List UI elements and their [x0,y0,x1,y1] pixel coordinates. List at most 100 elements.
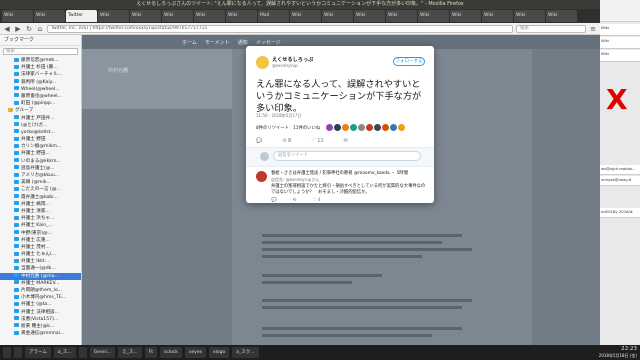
taskbar-item[interactable]: Geeni... [89,347,116,358]
bookmark-item[interactable]: 裁判所 (@Kaiy... [0,79,81,86]
bookmark-item[interactable]: 片岡朗@them_lo... [0,287,81,294]
sidebar-search-input[interactable]: 検索 [3,48,78,55]
like-icon[interactable]: ♡ 4 [312,198,320,203]
bookmark-item[interactable]: 町田 (@pinpp... [0,100,81,107]
browser-tab[interactable]: Wiki [194,10,225,22]
taskbar-item[interactable]: Ft [144,347,158,358]
browser-tab[interactable]: Wiki [98,10,129,22]
bookmark-item[interactable]: 弁護士 戸田弁... [0,115,81,122]
browser-tab[interactable]: Wiki [130,10,161,22]
retweet-icon[interactable]: ⟲ 8 [282,138,291,144]
author-avatar[interactable] [256,56,269,69]
author-handle[interactable]: @excelsyrup [272,63,298,68]
back-icon[interactable]: ◀ [3,25,11,33]
right-window-tab[interactable]: Wiki [600,50,640,62]
browser-tab[interactable]: Wiki [386,10,417,22]
bookmark-item[interactable]: こたえの一言 (@... [0,186,81,193]
browser-tab[interactable]: Mail [258,10,289,22]
liker-avatar[interactable] [366,124,373,131]
follow-button[interactable]: フォローする [393,57,425,66]
bookmark-folder[interactable]: グループ [0,107,81,114]
browser-tab[interactable]: Wiki [450,10,481,22]
taskbar-item[interactable]: a_ス... [53,347,76,358]
clock[interactable]: 22:23 2018年5月18日 (金) [599,346,637,358]
bookmark-item[interactable]: Wheel(@wheel... [0,86,81,93]
bookmark-item[interactable]: 弁護士 (@ta... [0,301,81,308]
browser-tab[interactable]: Wiki [482,10,513,22]
twitter-nav-item[interactable]: ホーム [182,39,197,46]
url-bar[interactable]: Twitter, Inc. (US) | https://twitter.com… [47,24,513,33]
taskbar-item[interactable]: xeyes [184,347,206,358]
liker-avatar[interactable] [390,124,397,131]
bookmark-item[interactable]: 弁護士 清家... [0,208,81,215]
author-name[interactable]: えくせるしろっぷ [272,56,313,63]
liker-avatar[interactable] [350,124,357,131]
reply-input[interactable]: 返信をツイート [273,151,421,161]
taskbar-item[interactable]: アラーム [25,347,51,358]
taskbar-item[interactable] [14,347,22,358]
bookmark-item[interactable]: 小木博内@hms_TE... [0,294,81,301]
reload-icon[interactable]: ↻ [25,25,33,33]
twitter-nav-item[interactable]: モーメント [205,39,230,46]
liker-avatar[interactable] [342,124,349,131]
browser-tab[interactable]: Wiki [354,10,385,22]
bookmark-item[interactable]: 法律家バーチャル... [0,71,81,78]
bookmark-item[interactable]: 弁護士 法律相談... [0,309,81,316]
bookmark-item[interactable]: 弁護士 Ikkt... [0,258,81,265]
liker-avatar[interactable] [334,124,341,131]
bookmark-item[interactable]: 弁護士 浜ちゃ... [0,215,81,222]
liker-avatar[interactable] [398,124,405,131]
tweet-stats[interactable]: 8件のリツイート 11件のいいね [256,125,320,131]
taskbar-item[interactable]: え_ス... [118,347,142,358]
browser-tab[interactable]: Wiki [546,10,577,22]
browser-tab[interactable]: Wiki [34,10,65,22]
taskbar-item[interactable]: xlogo [209,347,230,358]
bookmark-item[interactable]: 中村元勝 (@ma... [0,272,81,280]
taskbar-item[interactable]: sclock [160,347,182,358]
taskbar-item[interactable] [3,347,11,358]
bookmark-item[interactable]: yorko@kellst... [0,129,81,136]
dm-icon[interactable]: ✉ [344,138,348,144]
liker-avatar[interactable] [326,124,333,131]
browser-tab[interactable]: Wiki [290,10,321,22]
bookmark-item[interactable]: 弁護士 野田 [0,136,81,143]
reply-author-avatar[interactable] [256,171,267,182]
bookmark-item[interactable]: 当面通一(@dk... [0,265,81,272]
bookmark-item[interactable]: 霞弁護士@kobi... [0,194,81,201]
bookmark-item[interactable]: 弁護士 MARKEV... [0,280,81,287]
taskbar-item[interactable] [78,347,87,358]
bookmark-item[interactable]: (@とけ)ガ... [0,122,81,129]
tweet-timestamp[interactable]: 11:50 - 2018年5月17日 [256,113,301,119]
twitter-nav-item[interactable]: 通知 [238,39,248,46]
bookmark-item[interactable]: 逃島弁護士(@... [0,165,81,172]
bookmark-item[interactable]: 弁護士 嶋岡... [0,201,81,208]
bookmark-item[interactable]: 法曹(Vista157)... [0,316,81,323]
forward-icon[interactable]: ▶ [14,25,22,33]
browser-tab[interactable]: Wiki [418,10,449,22]
right-window-tab[interactable]: Wiki [600,37,640,49]
bookmark-item[interactable]: 弁護士 たぁん(... [0,251,81,258]
reply-icon[interactable]: 💬 [256,138,262,144]
retweet-icon[interactable]: ⟲ [293,198,297,203]
bookmark-item[interactable]: 弁護士 野田... [0,150,81,157]
browser-tab[interactable]: Wiki [162,10,193,22]
browser-tab[interactable]: Wiki [226,10,257,22]
browser-tab[interactable]: Wiki [2,10,33,22]
reply-to[interactable]: 返信先: @excelsyrupさん [271,177,319,183]
bookmark-item[interactable]: 弁護士 Kain_... [0,222,81,229]
home-icon[interactable]: ⌂ [36,25,44,33]
reply-icon[interactable]: 💬 [271,198,277,203]
bookmark-item[interactable]: 藤原俊也@wheel... [0,93,81,100]
right-window-tab[interactable]: Wiki [600,24,640,36]
menu-icon[interactable]: ≡ [589,25,597,33]
search-bar[interactable]: 検索 [516,24,586,33]
bookmark-item[interactable]: 坂東 種主(@k... [0,323,81,330]
bookmark-item[interactable]: 藤原信宏@meb... [0,57,81,64]
taskbar-item[interactable]: a_スク... [232,347,259,358]
bookmark-item[interactable]: カリン娘@mikm... [0,143,81,150]
liker-avatar[interactable] [358,124,365,131]
bookmark-item[interactable]: 弁護士 茂村... [0,244,81,251]
browser-tab[interactable]: Wiki [322,10,353,22]
twitter-nav-item[interactable]: メッセージ [256,39,281,46]
bookmark-item[interactable]: 中野(東京)@... [0,230,81,237]
